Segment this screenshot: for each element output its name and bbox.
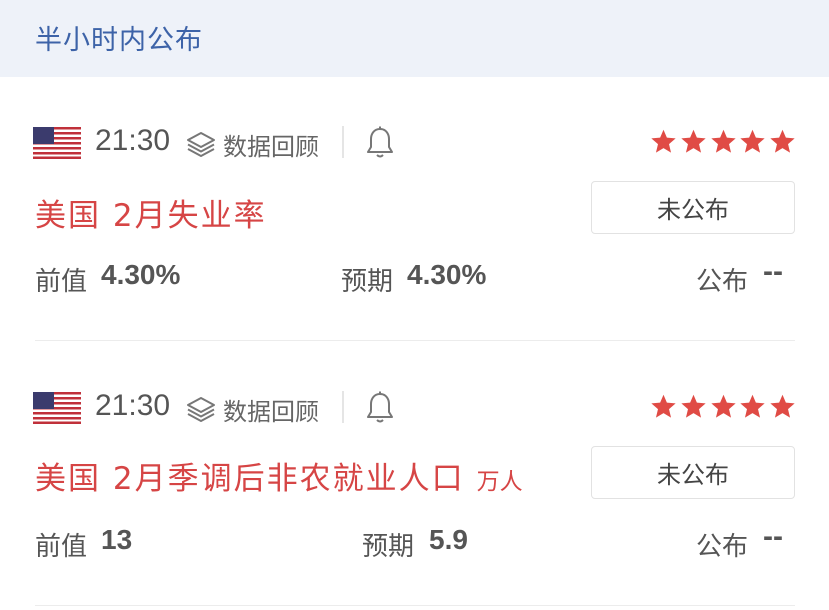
data-review-link[interactable]: 数据回顾: [186, 128, 319, 161]
event-values-row: 前值 4.30% 预期 4.30% 公布 --: [0, 255, 829, 297]
event-values-row: 前值 13 预期 5.9 公布 --: [0, 520, 829, 562]
data-review-label: 数据回顾: [223, 397, 319, 426]
us-flag-icon: [33, 127, 81, 159]
us-flag-icon: [33, 392, 81, 424]
divider: [342, 126, 344, 158]
status-button[interactable]: 未公布: [591, 446, 795, 499]
star-icon: [651, 394, 676, 418]
event-item[interactable]: 21:30 数据回顾 美国 2月季调后非农就业人口 万人 未公布 前值 13 预…: [0, 342, 829, 607]
previous-label: 前值: [35, 267, 88, 297]
star-icon: [770, 394, 795, 418]
row-divider: [35, 340, 795, 341]
event-unit: 万人: [476, 469, 523, 495]
row-divider: [35, 605, 795, 606]
forecast-label: 预期: [362, 532, 415, 562]
actual-label: 公布: [696, 267, 749, 297]
event-meta-row: 21:30 数据回顾: [0, 389, 829, 429]
section-header: 半小时内公布: [0, 0, 829, 77]
event-title-row: 美国 2月失业率: [35, 190, 267, 234]
star-icon: [681, 394, 706, 418]
importance-stars: [650, 128, 796, 158]
star-icon: [651, 129, 676, 153]
forecast-value: 5.9: [429, 524, 468, 555]
bell-icon[interactable]: [366, 126, 394, 160]
bell-icon[interactable]: [366, 391, 394, 425]
event-title[interactable]: 美国 2月季调后非农就业人口: [35, 453, 465, 498]
importance-stars: [650, 393, 796, 423]
event-time: 21:30: [95, 389, 171, 422]
event-meta-row: 21:30 数据回顾: [0, 124, 829, 164]
previous-value: 13: [101, 524, 133, 555]
star-icon: [681, 129, 706, 153]
layers-icon: [187, 132, 215, 157]
actual-value: --: [763, 255, 783, 288]
data-review-label: 数据回顾: [223, 132, 319, 161]
event-time: 21:30: [95, 124, 171, 157]
star-icon: [710, 129, 736, 153]
actual-value: --: [763, 520, 783, 553]
event-title[interactable]: 美国 2月失业率: [35, 190, 267, 235]
layers-icon: [187, 397, 215, 422]
event-title-row: 美国 2月季调后非农就业人口 万人: [35, 453, 523, 497]
forecast-value: 4.30%: [407, 259, 487, 290]
previous-value: 4.30%: [101, 259, 181, 290]
forecast-label: 预期: [341, 267, 394, 297]
divider: [342, 391, 344, 423]
star-icon: [710, 394, 736, 418]
star-icon: [770, 129, 795, 153]
previous-label: 前值: [35, 532, 88, 562]
actual-label: 公布: [696, 532, 749, 562]
star-icon: [740, 129, 765, 153]
data-review-link[interactable]: 数据回顾: [186, 393, 319, 426]
star-icon: [740, 394, 765, 418]
status-button[interactable]: 未公布: [591, 181, 795, 234]
event-item[interactable]: 21:30 数据回顾 美国 2月失业率 未公布 前值 4.30% 预期 4.30…: [0, 77, 829, 342]
section-title: 半小时内公布: [35, 25, 203, 56]
